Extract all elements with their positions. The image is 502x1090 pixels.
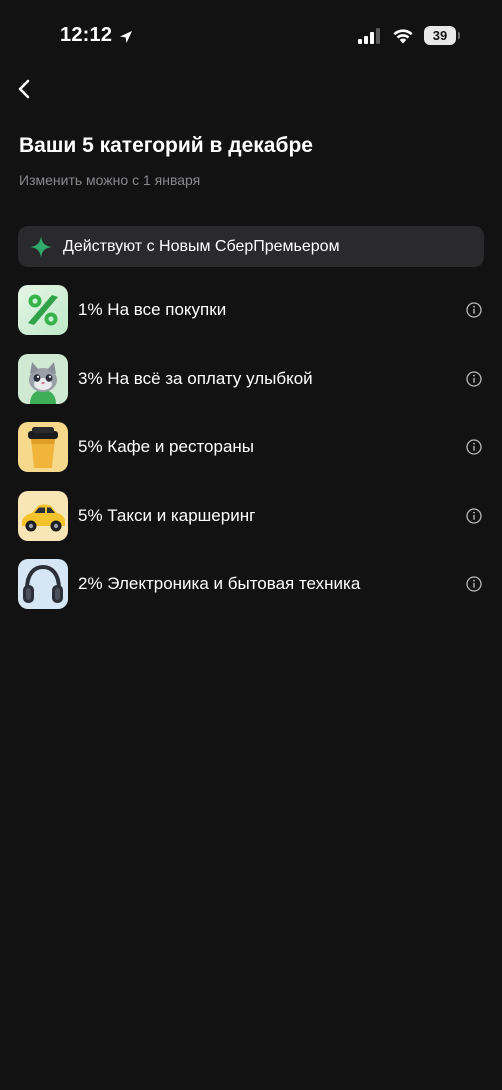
category-label: 3% На всё за оплату улыбкой: [78, 369, 313, 388]
category-row-all-purchases[interactable]: 1% На все покупки: [0, 280, 502, 340]
cat-character-icon: [18, 354, 68, 404]
info-icon[interactable]: [466, 371, 482, 387]
status-time-text: 12:12: [60, 24, 113, 46]
chevron-left-icon: [18, 79, 30, 99]
banner-text: Действуют с Новым СберПремьером: [63, 237, 340, 255]
info-icon[interactable]: [466, 576, 482, 592]
info-icon[interactable]: [466, 302, 482, 318]
percent-icon: [18, 285, 68, 335]
headphones-icon: [18, 559, 68, 609]
battery-indicator: 39: [424, 26, 460, 45]
status-bar: 12:12 39: [0, 0, 502, 74]
premier-banner[interactable]: Действуют с Новым СберПремьером: [18, 226, 484, 267]
category-row-electronics[interactable]: 2% Электроника и бытовая техника: [0, 554, 502, 614]
cellular-signal-icon: [358, 27, 380, 44]
taxi-car-icon: [18, 491, 68, 541]
category-label: 5% Кафе и рестораны: [78, 437, 255, 456]
coffee-cup-icon: [18, 422, 68, 472]
back-button[interactable]: [10, 74, 40, 104]
wifi-icon: [392, 28, 414, 44]
category-label: 1% На все покупки: [78, 300, 227, 319]
category-label: 2% Электроника и бытовая техника: [78, 574, 361, 593]
category-row-taxi[interactable]: 5% Такси и каршеринг: [0, 486, 502, 546]
sparkle-icon: [29, 235, 53, 259]
category-row-cafes[interactable]: 5% Кафе и рестораны: [0, 417, 502, 477]
page-subtitle: Изменить можно с 1 января: [19, 172, 201, 188]
battery-level: 39: [432, 28, 448, 43]
status-indicators: 39: [358, 26, 460, 45]
page-title: Ваши 5 категорий в декабре: [19, 134, 313, 157]
info-icon[interactable]: [466, 439, 482, 455]
location-arrow-icon: [118, 28, 134, 44]
category-label: 5% Такси и каршеринг: [78, 506, 256, 525]
info-icon[interactable]: [466, 508, 482, 524]
category-row-smile-payment[interactable]: 3% На всё за оплату улыбкой: [0, 349, 502, 409]
status-time: 12:12: [60, 24, 134, 47]
battery-tip: [458, 32, 460, 39]
